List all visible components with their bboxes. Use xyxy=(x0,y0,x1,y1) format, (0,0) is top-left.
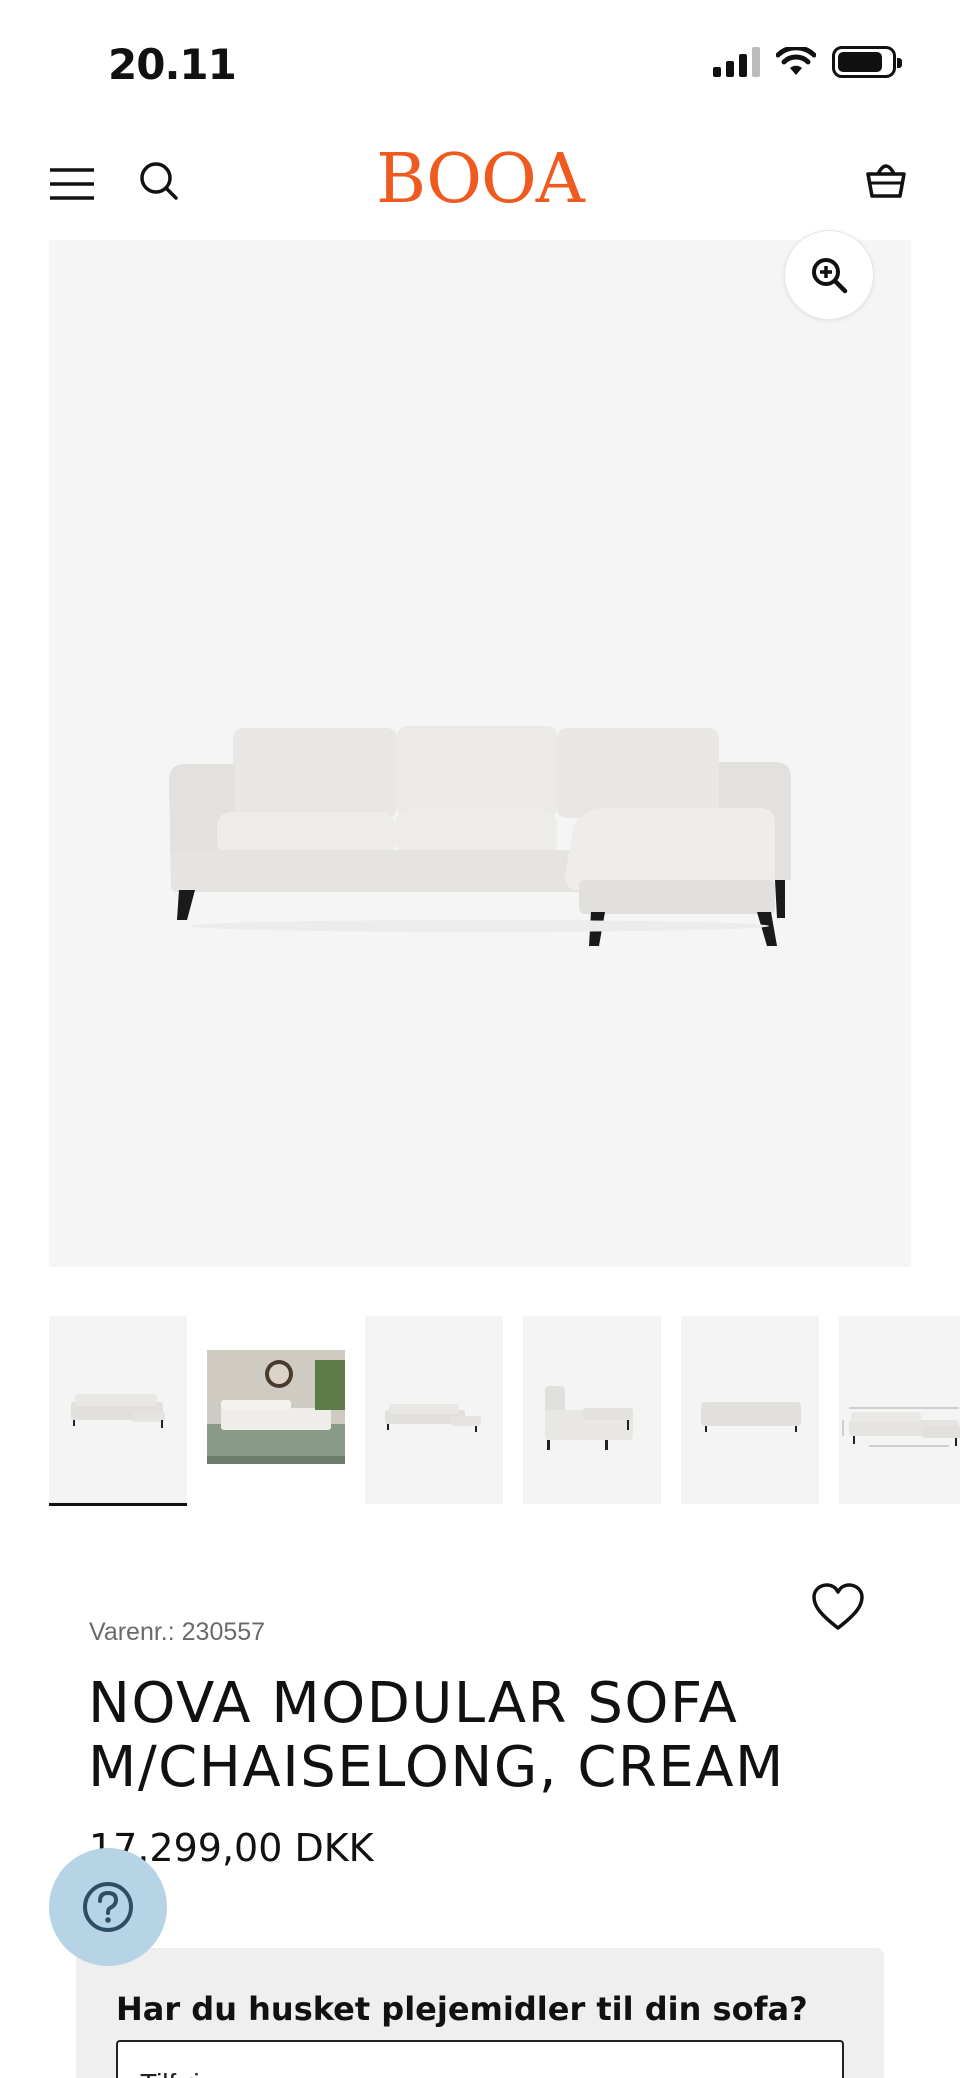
battery-icon xyxy=(832,46,902,78)
product-main-image[interactable] xyxy=(49,240,911,1267)
care-products-title: Har du husket plejemidler til din sofa? xyxy=(116,1990,808,2028)
thumbnail-strip[interactable] xyxy=(49,1316,960,1506)
thumbnail-3[interactable] xyxy=(365,1316,503,1504)
status-time: 20.11 xyxy=(108,40,237,89)
thumbnail-sofa-back-image xyxy=(701,1402,801,1432)
brand-logo[interactable]: BOOA xyxy=(0,140,960,219)
sofa-image xyxy=(169,726,791,946)
thumbnail-4[interactable] xyxy=(523,1316,661,1504)
product-title: NOVA MODULAR SOFA M/CHAISELONG, CREAM xyxy=(88,1671,785,1800)
thumbnail-sofa-angle-image xyxy=(385,1404,481,1432)
favorite-button[interactable] xyxy=(810,1580,866,1636)
thumbnail-2[interactable] xyxy=(207,1316,345,1504)
thumbnail-sofa-side-image xyxy=(545,1386,633,1450)
care-products-box: Har du husket plejemidler til din sofa? … xyxy=(76,1948,884,2078)
zoom-in-icon xyxy=(812,258,848,294)
thumbnail-room-image xyxy=(207,1350,345,1464)
site-header: BOOA xyxy=(0,130,960,240)
wifi-icon xyxy=(776,47,816,75)
question-icon xyxy=(83,1882,133,1932)
help-button[interactable] xyxy=(49,1848,167,1966)
heart-icon xyxy=(812,1583,864,1630)
thumbnail-sofa-image xyxy=(71,1394,165,1428)
thumbnail-6[interactable] xyxy=(839,1316,960,1504)
thumbnail-5[interactable] xyxy=(681,1316,819,1504)
care-products-select[interactable]: Tilføj xyxy=(116,2040,844,2078)
zoom-button[interactable] xyxy=(784,230,874,320)
thumbnail-1[interactable] xyxy=(49,1316,187,1506)
thumbnail-dimensions-image xyxy=(842,1407,960,1447)
status-bar: 20.11 xyxy=(0,0,960,130)
status-icons xyxy=(713,46,902,78)
basket-icon xyxy=(866,164,906,198)
product-sku: Varenr.: 230557 xyxy=(89,1618,266,1646)
cart-button[interactable] xyxy=(860,154,912,206)
cellular-signal-icon xyxy=(713,47,760,77)
